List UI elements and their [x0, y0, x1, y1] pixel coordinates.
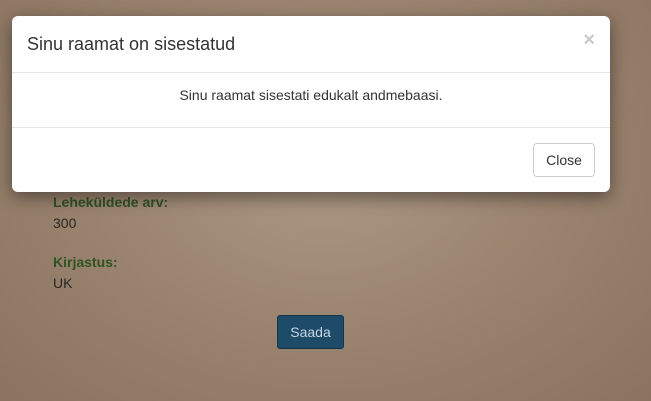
success-modal: Sinu raamat on sisestatud × Sinu raamat …	[12, 16, 610, 192]
submit-button[interactable]: Saada	[277, 315, 344, 349]
close-icon[interactable]: ×	[583, 29, 595, 51]
close-button[interactable]: Close	[533, 143, 595, 177]
pages-value: 300	[53, 215, 77, 231]
modal-footer: Close	[12, 128, 610, 192]
pages-label: Leheküldede arv:	[53, 194, 169, 210]
publisher-value: UK	[53, 275, 73, 291]
modal-message: Sinu raamat sisestati edukalt andmebaasi…	[179, 87, 443, 103]
pages-field: Leheküldede arv: 300	[53, 194, 168, 232]
modal-header: Sinu raamat on sisestatud ×	[12, 16, 610, 73]
publisher-field: Kirjastus: UK	[53, 254, 118, 292]
publisher-label: Kirjastus:	[53, 254, 118, 270]
modal-title: Sinu raamat on sisestatud	[27, 34, 236, 54]
modal-body: Sinu raamat sisestati edukalt andmebaasi…	[12, 73, 610, 128]
